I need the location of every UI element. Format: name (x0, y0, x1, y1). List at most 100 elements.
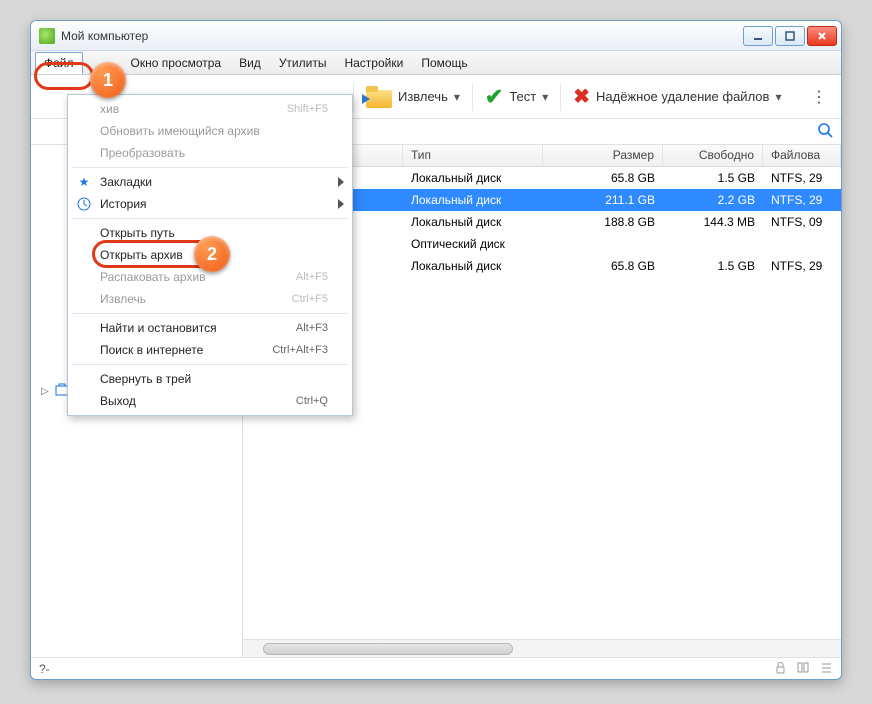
cell-free: 1.5 GB (663, 259, 763, 273)
menu-item-label: Свернуть в трей (100, 372, 191, 386)
submenu-arrow-icon (338, 177, 344, 187)
chevron-down-icon[interactable]: ▾ (775, 90, 781, 104)
cell-size: 65.8 GB (543, 171, 663, 185)
menu-item-web-search[interactable]: Поиск в интернете Ctrl+Alt+F3 (68, 339, 352, 361)
search-icon[interactable] (817, 122, 833, 141)
close-button[interactable] (807, 26, 837, 46)
menu-item-shortcut: Ctrl+Alt+F3 (272, 344, 328, 356)
menu-separator (72, 313, 348, 314)
menu-item-shortcut: Alt+F3 (296, 322, 328, 334)
cell-fs: NTFS, 09 (763, 215, 841, 229)
cell-free: 1.5 GB (663, 171, 763, 185)
titlebar[interactable]: Мой компьютер (31, 21, 841, 51)
menu-item-label: История (100, 197, 147, 211)
cell-type: Оптический диск (403, 237, 543, 251)
menu-separator (72, 218, 348, 219)
toolbar-separator (472, 83, 473, 111)
menu-item-label: Закладки (100, 175, 152, 189)
menu-file[interactable]: Файл (35, 52, 83, 74)
menu-item-exit[interactable]: Выход Ctrl+Q (68, 390, 352, 412)
menu-item-convert[interactable]: Преобразовать (68, 142, 352, 164)
menubar: Файл Окно просмотра Вид Утилиты Настройк… (31, 51, 841, 75)
menu-item-find-stop[interactable]: Найти и остановится Alt+F3 (68, 317, 352, 339)
secure-delete-label: Надёжное удаление файлов (596, 89, 769, 104)
menu-item-extract[interactable]: Извлечь Ctrl+F5 (68, 288, 352, 310)
menu-item-update-archive[interactable]: Обновить имеющийся архив (68, 120, 352, 142)
cell-type: Локальный диск (403, 171, 543, 185)
expand-triangle-icon: ▷ (41, 386, 49, 397)
menu-item-shortcut: Shift+F5 (287, 103, 328, 115)
toolbar-overflow[interactable]: ⋮ (803, 87, 835, 107)
menu-item-label: Распаковать архив (100, 270, 206, 284)
window-title: Мой компьютер (61, 29, 148, 43)
col-type[interactable]: Тип (403, 145, 543, 166)
chevron-down-icon[interactable]: ▾ (542, 90, 548, 104)
test-label: Тест (509, 89, 536, 104)
menu-item-to-tray[interactable]: Свернуть в трей (68, 368, 352, 390)
menu-item-label: хив (100, 102, 119, 116)
menu-item-label: Выход (100, 394, 136, 408)
menu-item-shortcut: Ctrl+F5 (292, 293, 328, 305)
extract-label: Извлечь (398, 89, 448, 104)
cell-free: 2.2 GB (663, 193, 763, 207)
menu-item-label: Открыть архив (100, 248, 183, 262)
menu-separator (72, 167, 348, 168)
window-controls (741, 26, 837, 46)
status-text: ?- (39, 662, 50, 676)
menu-item-create-archive[interactable]: хив Shift+F5 (68, 98, 352, 120)
extract-button[interactable]: Извлечь ▾ (358, 82, 468, 112)
lock-icon[interactable] (774, 661, 787, 677)
app-window: Мой компьютер Файл Окно просмотра Вид Ут… (30, 20, 842, 680)
menu-item-label: Преобразовать (100, 146, 185, 160)
col-size[interactable]: Размер (543, 145, 663, 166)
cell-type: Локальный диск (403, 259, 543, 273)
cell-type: Локальный диск (403, 215, 543, 229)
menu-item-label: Открыть путь (100, 226, 175, 240)
menu-item-label: Извлечь (100, 292, 146, 306)
cell-fs: NTFS, 29 (763, 259, 841, 273)
star-icon: ★ (76, 174, 92, 190)
scrollbar-thumb[interactable] (263, 643, 513, 655)
layout-icon[interactable] (797, 661, 810, 677)
app-icon (39, 28, 55, 44)
toolbar-separator (560, 83, 561, 111)
menu-item-history[interactable]: История (68, 193, 352, 215)
cell-fs: NTFS, 29 (763, 171, 841, 185)
chevron-down-icon[interactable]: ▾ (454, 90, 460, 104)
menu-item-shortcut: Ctrl+Q (296, 395, 328, 407)
cell-size: 211.1 GB (543, 193, 663, 207)
cell-fs: NTFS, 29 (763, 193, 841, 207)
horizontal-scrollbar[interactable] (243, 639, 841, 657)
check-icon: ✔ (485, 84, 503, 110)
menu-item-shortcut: Alt+F5 (296, 271, 328, 283)
toolbar-separator (353, 83, 354, 111)
maximize-button[interactable] (775, 26, 805, 46)
menu-view-window[interactable]: Окно просмотра (123, 53, 230, 73)
menu-item-label: Поиск в интернете (100, 343, 203, 357)
menu-view[interactable]: Вид (231, 53, 269, 73)
minimize-button[interactable] (743, 26, 773, 46)
folder-out-icon (366, 86, 392, 108)
view-mode-icon[interactable] (820, 661, 833, 677)
col-free[interactable]: Свободно (663, 145, 763, 166)
clock-icon (76, 196, 92, 212)
menu-utilities[interactable]: Утилиты (271, 53, 335, 73)
cell-size: 65.8 GB (543, 259, 663, 273)
annotation-callout-1: 1 (90, 62, 126, 98)
cell-size: 188.8 GB (543, 215, 663, 229)
cell-type: Локальный диск (403, 193, 543, 207)
col-fs[interactable]: Файлова (763, 145, 841, 166)
submenu-arrow-icon (338, 199, 344, 209)
menu-item-label: Обновить имеющийся архив (100, 124, 260, 138)
menu-help[interactable]: Помощь (413, 53, 475, 73)
test-button[interactable]: ✔ Тест ▾ (477, 80, 556, 114)
menu-item-label: Найти и остановится (100, 321, 217, 335)
menu-separator (72, 364, 348, 365)
menu-item-bookmarks[interactable]: ★ Закладки (68, 171, 352, 193)
statusbar: ?- (31, 657, 841, 679)
cross-icon: ✖ (573, 84, 590, 109)
annotation-callout-2: 2 (194, 236, 230, 272)
secure-delete-button[interactable]: ✖ Надёжное удаление файлов ▾ (565, 80, 789, 113)
menu-settings[interactable]: Настройки (336, 53, 411, 73)
cell-free: 144.3 MB (663, 215, 763, 229)
